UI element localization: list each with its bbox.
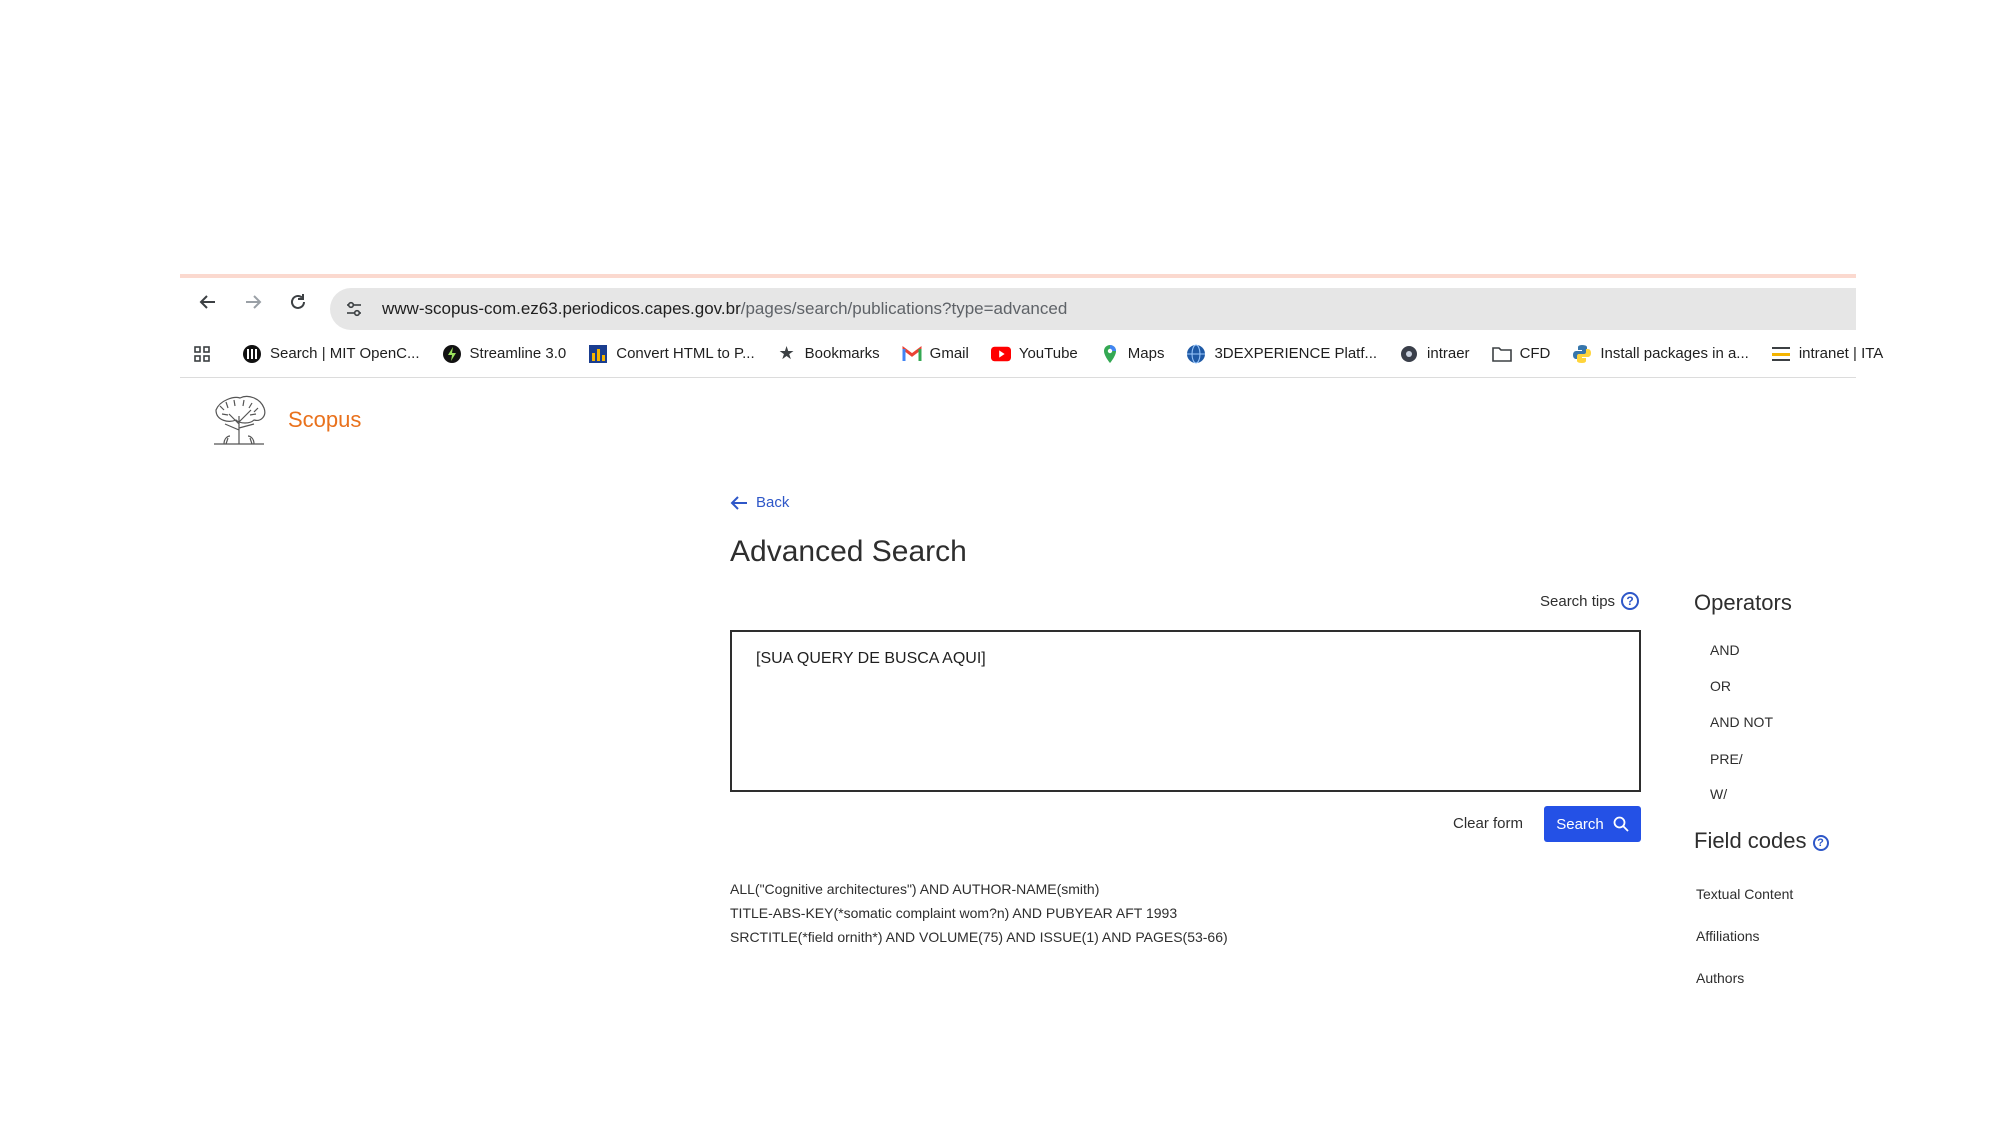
bookmark-intraer[interactable]: intraer xyxy=(1399,344,1470,364)
operator-pre[interactable]: PRE/ xyxy=(1710,751,1743,767)
site-settings-icon[interactable] xyxy=(340,295,368,323)
bookmark-gmail[interactable]: Gmail xyxy=(902,344,969,364)
search-tips-label: Search tips xyxy=(1540,592,1616,610)
field-code-textual-content[interactable]: Textual Content xyxy=(1696,886,1793,902)
scopus-brand-name[interactable]: Scopus xyxy=(288,407,361,433)
bookmark-convert-html[interactable]: Convert HTML to P... xyxy=(588,344,755,364)
python-icon xyxy=(1572,344,1592,364)
bookmark-3dexperience[interactable]: 3DEXPERIENCE Platf... xyxy=(1186,344,1377,364)
url-path: /pages/search/publications?type=advanced xyxy=(740,299,1068,318)
bookmark-label: Gmail xyxy=(929,345,969,362)
page-title: Advanced Search xyxy=(730,535,967,568)
bookmark-intranet-ita[interactable]: intranet | ITA xyxy=(1771,344,1884,364)
intraer-icon xyxy=(1399,344,1419,364)
operators-heading: Operators xyxy=(1694,590,1792,615)
reload-icon[interactable] xyxy=(282,288,314,316)
field-code-authors[interactable]: Authors xyxy=(1696,970,1744,986)
operator-w[interactable]: W/ xyxy=(1710,786,1727,802)
bookmark-label: Install packages in a... xyxy=(1600,345,1749,362)
bookmark-label: Bookmarks xyxy=(804,345,880,362)
bookmark-streamline[interactable]: Streamline 3.0 xyxy=(442,344,567,364)
url-text: www-scopus-com.ez63.periodicos.capes.gov… xyxy=(382,299,1067,319)
browser-window: www-scopus-com.ez63.periodicos.capes.gov… xyxy=(180,274,1883,378)
streamline-icon xyxy=(442,344,462,364)
address-bar-row: www-scopus-com.ez63.periodicos.capes.gov… xyxy=(180,278,1856,330)
gmail-icon xyxy=(902,344,922,364)
bookmark-label: 3DEXPERIENCE Platf... xyxy=(1214,345,1378,362)
bookmark-label: Maps xyxy=(1127,345,1165,362)
star-icon: ★ xyxy=(778,343,795,363)
query-examples: ALL("Cognitive architectures") AND AUTHO… xyxy=(730,877,1228,949)
example-query: ALL("Cognitive architectures") AND AUTHO… xyxy=(730,881,1100,897)
elsevier-tree-logo-icon[interactable] xyxy=(210,394,268,446)
bookmark-youtube[interactable]: YouTube xyxy=(990,344,1078,364)
search-button-label: Search xyxy=(1556,815,1604,833)
scopus-header: Scopus xyxy=(210,394,361,446)
bookmarks-bar: Search | MIT OpenC... Streamline 3.0 Con… xyxy=(180,330,1883,378)
bookmark-mit[interactable]: Search | MIT OpenC... xyxy=(242,344,420,364)
youtube-icon xyxy=(990,344,1011,364)
search-icon xyxy=(1613,816,1629,832)
clear-form-button[interactable]: Clear form xyxy=(1453,815,1523,832)
bookmark-label: Search | MIT OpenC... xyxy=(270,345,420,362)
bookmark-install-packages[interactable]: Install packages in a... xyxy=(1572,344,1749,364)
example-query: SRCTITLE(*field ornith*) AND VOLUME(75) … xyxy=(730,929,1228,945)
folder-icon xyxy=(1491,344,1512,364)
search-tips-link[interactable]: Search tips ? xyxy=(1540,592,1640,610)
forward-arrow-icon[interactable] xyxy=(237,288,269,316)
operator-and-not[interactable]: AND NOT xyxy=(1710,714,1773,730)
maps-icon xyxy=(1100,344,1120,364)
url-bar[interactable]: www-scopus-com.ez63.periodicos.capes.gov… xyxy=(330,288,1856,330)
apps-grid-icon[interactable] xyxy=(192,344,212,364)
bookmark-label: intraer xyxy=(1427,345,1470,362)
example-query: TITLE-ABS-KEY(*somatic complaint wom?n) … xyxy=(730,905,1178,921)
back-label: Back xyxy=(756,494,790,511)
back-arrow-icon[interactable] xyxy=(192,288,224,316)
field-codes-heading: Field codes ? xyxy=(1694,828,1829,854)
bookmark-label: Convert HTML to P... xyxy=(616,345,755,362)
bookmark-label: Streamline 3.0 xyxy=(469,345,567,362)
bookmark-bookmarks[interactable]: ★ Bookmarks xyxy=(777,343,880,364)
globe-icon xyxy=(1186,344,1206,364)
field-code-affiliations[interactable]: Affiliations xyxy=(1696,928,1760,944)
bookmark-label: intranet | ITA xyxy=(1798,345,1884,362)
bookmark-maps[interactable]: Maps xyxy=(1100,344,1165,364)
operator-and[interactable]: AND xyxy=(1710,642,1740,658)
search-button[interactable]: Search xyxy=(1544,806,1641,842)
back-link[interactable]: Back xyxy=(730,494,789,511)
bookmark-label: CFD xyxy=(1519,345,1551,362)
operator-or[interactable]: OR xyxy=(1710,678,1731,694)
advanced-query-input[interactable]: [SUA QUERY DE BUSCA AQUI] xyxy=(730,630,1641,792)
ita-icon xyxy=(1771,344,1791,364)
chart-icon xyxy=(588,344,608,364)
arrow-left-icon xyxy=(730,495,748,511)
mit-icon xyxy=(242,344,262,364)
question-circle-icon: ? xyxy=(1621,592,1640,610)
url-domain: www-scopus-com.ez63.periodicos.capes.gov… xyxy=(382,299,741,318)
field-codes-label: Field codes xyxy=(1694,828,1807,853)
bookmark-cfd[interactable]: CFD xyxy=(1491,344,1551,364)
question-circle-icon[interactable]: ? xyxy=(1812,835,1829,851)
bookmark-label: YouTube xyxy=(1018,345,1078,362)
